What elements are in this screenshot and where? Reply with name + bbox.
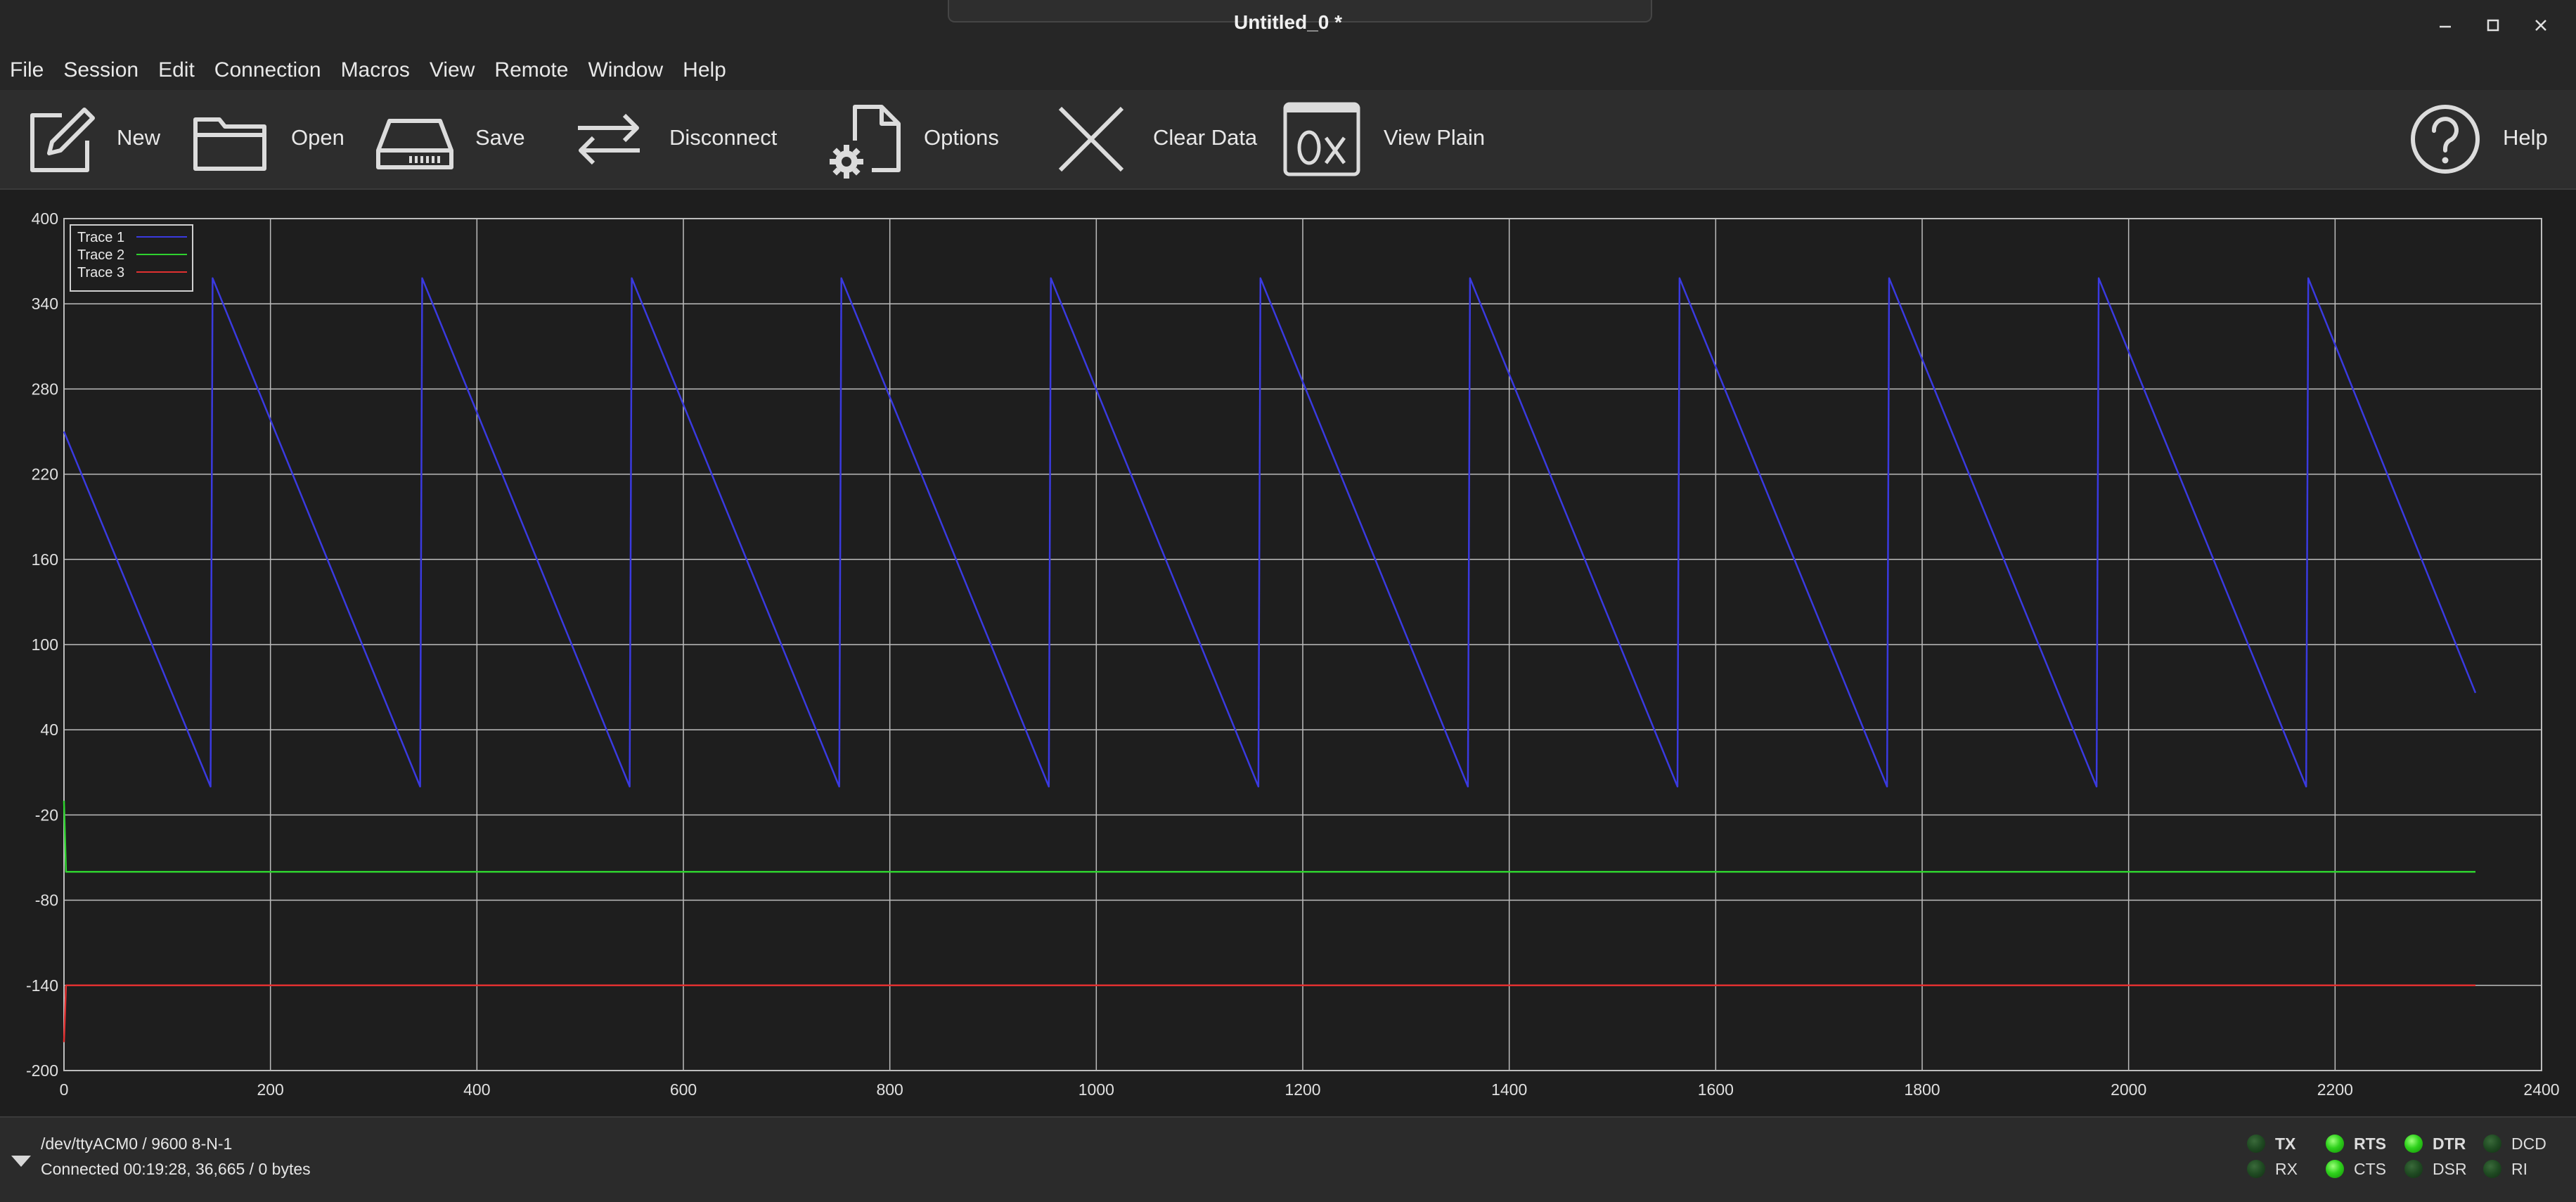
y-tick-label: 160 — [32, 550, 58, 569]
dtr-label: DTR — [2433, 1135, 2466, 1153]
ri-led — [2483, 1160, 2501, 1178]
help-button[interactable]: Help — [2402, 90, 2556, 188]
y-tick-label: -200 — [26, 1061, 58, 1080]
view-plain-label: View Plain — [1384, 125, 1486, 150]
save-button[interactable]: Save — [371, 90, 533, 188]
menu-view[interactable]: View — [420, 51, 484, 90]
y-tick-label: 400 — [32, 209, 58, 228]
disconnect-label: Disconnect — [669, 125, 778, 150]
toolbar: New Open Save Disconnect Options Clear D… — [0, 90, 2576, 190]
x-tick-label: 2400 — [2523, 1080, 2559, 1099]
status-expand-icon[interactable] — [10, 1153, 32, 1170]
open-button[interactable]: Open — [188, 90, 350, 188]
y-tick-label: -20 — [35, 806, 58, 824]
tx-led — [2247, 1135, 2265, 1153]
window-title: Untitled_0 * — [1233, 11, 1343, 33]
new-document-icon — [30, 108, 95, 172]
x-tick-label: 1600 — [1698, 1080, 1734, 1099]
save-label: Save — [475, 125, 525, 150]
x-tick-label: 600 — [670, 1080, 697, 1099]
y-tick-label: -140 — [26, 976, 58, 995]
clear-data-label: Clear Data — [1153, 125, 1258, 150]
ri-label: RI — [2511, 1160, 2527, 1178]
chart-axes: 0 200 400 600 800 1000 1200 1400 1600 1800 2000 220… — [26, 209, 2560, 1099]
y-tick-label: 40 — [40, 720, 58, 739]
port-settings-text: /dev/ttyACM0 / 9600 8-N-1 — [41, 1135, 233, 1153]
y-tick-label: 340 — [32, 295, 58, 313]
y-tick-label: 220 — [32, 465, 58, 484]
menu-macros[interactable]: Macros — [331, 51, 420, 90]
folder-open-icon — [193, 117, 266, 171]
menu-bar: File Session Edit Connection Macros View… — [0, 51, 2576, 90]
x-tick-label: 1200 — [1284, 1080, 1320, 1099]
menu-help[interactable]: Help — [673, 51, 736, 90]
dsr-label: DSR — [2433, 1160, 2467, 1178]
trace-2-line — [63, 801, 2475, 873]
y-tick-label: -80 — [35, 891, 58, 910]
menu-remote[interactable]: Remote — [484, 51, 578, 90]
line-chart[interactable]: 0 200 400 600 800 1000 1200 1400 1600 1800 2000 220… — [0, 190, 2576, 1116]
cts-led — [2326, 1160, 2344, 1178]
menu-file[interactable]: File — [0, 51, 53, 90]
menu-connection[interactable]: Connection — [205, 51, 331, 90]
plot-panel[interactable]: 0 200 400 600 800 1000 1200 1400 1600 1800 2000 220… — [0, 190, 2576, 1116]
menu-edit[interactable]: Edit — [148, 51, 205, 90]
menu-session[interactable]: Session — [53, 51, 148, 90]
rts-label: RTS — [2354, 1135, 2386, 1153]
dcd-led — [2483, 1135, 2501, 1153]
rx-led — [2247, 1160, 2265, 1178]
disconnect-arrows-icon — [578, 113, 640, 165]
connection-status-text: Connected 00:19:28, 36,665 / 0 bytes — [41, 1160, 311, 1178]
x-tick-label: 200 — [257, 1080, 283, 1099]
maximize-button[interactable] — [2478, 10, 2509, 41]
legend-label-trace-1: Trace 1 — [77, 230, 124, 245]
minimize-button[interactable] — [2430, 10, 2461, 41]
rx-label: RX — [2275, 1160, 2298, 1178]
close-icon — [2535, 20, 2546, 31]
minimize-icon — [2440, 25, 2451, 28]
hex-view-icon — [1283, 102, 1360, 176]
x-tick-label: 0 — [60, 1080, 69, 1099]
tx-label: TX — [2275, 1135, 2296, 1153]
options-gear-document-icon — [830, 105, 901, 179]
dsr-led — [2404, 1160, 2423, 1178]
x-tick-label: 2000 — [2111, 1080, 2146, 1099]
x-tick-label: 2200 — [2317, 1080, 2353, 1099]
status-bar: /dev/ttyACM0 / 9600 8-N-1 Connected 00:1… — [0, 1116, 2576, 1202]
cts-label: CTS — [2354, 1160, 2386, 1178]
x-tick-label: 400 — [463, 1080, 490, 1099]
new-label: New — [117, 125, 161, 150]
menu-window[interactable]: Window — [578, 51, 673, 90]
maximize-icon — [2487, 19, 2499, 32]
close-button[interactable] — [2525, 10, 2556, 41]
open-label: Open — [291, 125, 344, 150]
title-bar: Untitled_0 * — [0, 0, 2576, 51]
clear-data-button[interactable]: Clear Data — [1052, 90, 1263, 188]
clear-x-icon — [1058, 106, 1124, 172]
trace-3-line — [63, 984, 2475, 1042]
x-tick-label: 800 — [876, 1080, 903, 1099]
trace-1-line — [63, 277, 2477, 788]
chart-legend: Trace 1 Trace 2 Trace 3 — [70, 224, 193, 292]
dtr-led[interactable] — [2404, 1135, 2423, 1153]
y-tick-label: 100 — [32, 635, 58, 654]
chart-traces — [63, 277, 2477, 1042]
disconnect-button[interactable]: Disconnect — [567, 90, 778, 188]
view-plain-button[interactable]: View Plain — [1281, 90, 1492, 188]
dcd-label: DCD — [2511, 1135, 2546, 1153]
legend-label-trace-2: Trace 2 — [77, 247, 124, 263]
legend-label-trace-3: Trace 3 — [77, 265, 124, 280]
x-tick-label: 1000 — [1078, 1080, 1114, 1099]
new-button[interactable]: New — [14, 90, 169, 188]
x-tick-label: 1800 — [1904, 1080, 1940, 1099]
x-tick-label: 1400 — [1491, 1080, 1527, 1099]
help-label: Help — [2503, 125, 2548, 150]
chart-grid — [63, 218, 2542, 1071]
rts-led[interactable] — [2326, 1135, 2344, 1153]
options-button[interactable]: Options — [827, 90, 1010, 188]
help-question-icon — [2411, 105, 2480, 174]
options-label: Options — [924, 125, 999, 150]
y-tick-label: 280 — [32, 380, 58, 398]
save-drive-icon — [376, 119, 453, 169]
